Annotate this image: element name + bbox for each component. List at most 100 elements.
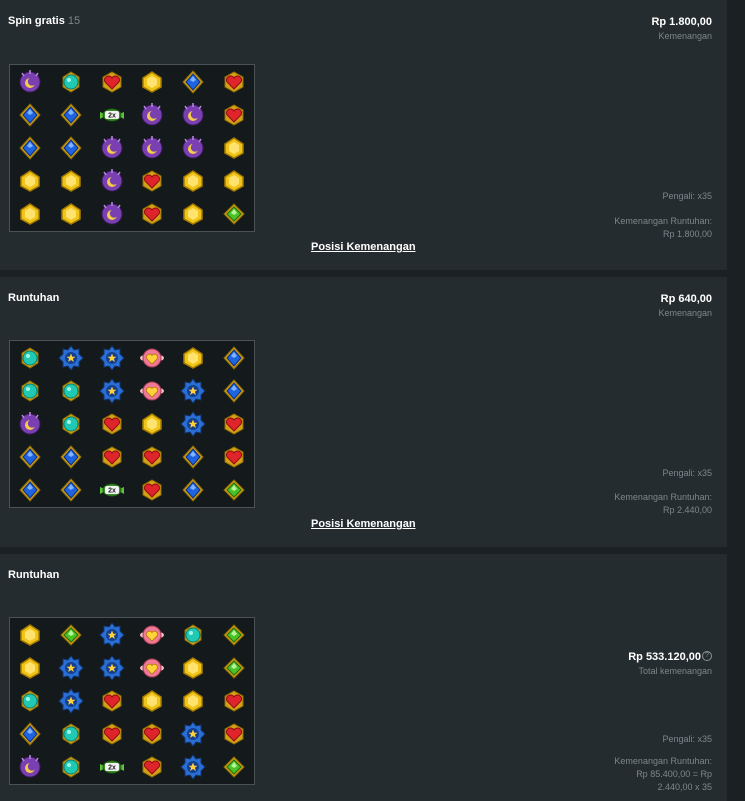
green-emerald-icon	[221, 754, 247, 780]
blue-diamond-icon	[58, 444, 84, 470]
red-heart-icon	[139, 721, 165, 747]
winning-positions-link[interactable]: Posisi Kemenangan	[311, 518, 416, 530]
red-heart-icon	[221, 688, 247, 714]
info-icon[interactable]: ?	[702, 651, 712, 661]
grid-cell	[132, 651, 173, 684]
purple-moon-icon	[17, 754, 43, 780]
grid-cell	[132, 474, 173, 507]
symbol-grid: 2x	[9, 64, 255, 232]
grid-cell	[51, 718, 92, 751]
green-emerald-icon	[221, 655, 247, 681]
grid-cell	[173, 441, 214, 474]
blue-diamond-icon	[221, 378, 247, 404]
grid-cell	[132, 684, 173, 717]
blue-diamond-icon	[221, 345, 247, 371]
grid-cell	[173, 718, 214, 751]
blue-star-icon	[180, 754, 206, 781]
cascade-win-value: Rp 1.800,00	[662, 229, 712, 239]
win-amount: Rp 1.800,00	[651, 16, 712, 28]
cascade-win-value: Rp 2.440,00	[662, 505, 712, 515]
grid-cell	[213, 651, 254, 684]
blue-star-icon	[180, 411, 206, 437]
winning-positions-link[interactable]: Posisi Kemenangan	[311, 241, 416, 253]
red-heart-icon	[139, 168, 165, 194]
grid-cell	[51, 165, 92, 198]
purple-moon-icon	[99, 168, 125, 194]
blue-diamond-icon	[180, 69, 206, 95]
grid-cell	[10, 751, 51, 784]
blue-star-icon	[58, 688, 84, 714]
yellow-gem-icon	[17, 622, 43, 648]
grid-cell	[132, 198, 173, 231]
grid-cell	[10, 618, 51, 651]
grid-cell	[91, 341, 132, 374]
grid-cell	[213, 441, 254, 474]
pink-heart-icon	[139, 378, 165, 404]
grid-cell	[213, 165, 254, 198]
grid-cell	[91, 198, 132, 231]
red-heart-icon	[139, 444, 165, 470]
red-heart-icon	[139, 477, 165, 503]
grid-cell	[213, 684, 254, 717]
grid-cell	[173, 374, 214, 407]
grid-cell: 2x	[91, 751, 132, 784]
blue-diamond-icon	[17, 102, 43, 128]
grid-cell	[10, 474, 51, 507]
win-amount-label: Kemenangan	[658, 308, 712, 318]
grid-cell	[91, 684, 132, 717]
purple-moon-icon	[17, 411, 43, 437]
grid-cell	[132, 751, 173, 784]
grid-cell	[173, 751, 214, 784]
total-win-amount: Rp 533.120,00?	[628, 651, 712, 663]
grid-cell	[132, 131, 173, 164]
red-heart-icon	[99, 688, 125, 714]
grid-cell	[132, 65, 173, 98]
svg-text:2x: 2x	[108, 112, 116, 119]
grid-cell	[91, 718, 132, 751]
blue-star-icon	[58, 344, 84, 371]
round-panel-1: Spin gratis 15 Rp 1.800,00 Kemenangan 2x …	[0, 0, 727, 270]
grid-cell	[132, 618, 173, 651]
blue-diamond-icon	[17, 135, 43, 161]
grid-cell	[213, 718, 254, 751]
grid-cell	[10, 718, 51, 751]
cascade-win: Kemenangan Runtuhan: Rp 2.440,00	[614, 491, 712, 517]
pink-heart-icon	[139, 622, 165, 648]
red-heart-icon	[221, 444, 247, 470]
symbol-grid: 2x	[9, 340, 255, 508]
grid-cell	[91, 131, 132, 164]
pink-heart-icon	[139, 345, 165, 371]
grid-cell	[173, 98, 214, 131]
round-title: Runtuhan	[8, 292, 60, 304]
cascade-win: Kemenangan Runtuhan: Rp 85.400,00 = Rp 2…	[614, 755, 712, 794]
red-heart-icon	[99, 721, 125, 747]
grid-cell	[51, 374, 92, 407]
teal-orb-icon	[58, 754, 84, 780]
yellow-gem-icon	[180, 201, 206, 227]
grid-cell	[173, 474, 214, 507]
blue-diamond-icon	[180, 477, 206, 503]
round-title: Runtuhan	[8, 569, 60, 581]
grid-cell	[10, 341, 51, 374]
grid-cell	[173, 341, 214, 374]
grid-cell	[51, 341, 92, 374]
cascade-win: Kemenangan Runtuhan: Rp 1.800,00	[614, 215, 712, 241]
win-amount: Rp 640,00	[660, 293, 712, 305]
grid-cell	[213, 751, 254, 784]
blue-star-icon	[58, 654, 84, 681]
grid-cell	[132, 341, 173, 374]
grid-cell	[51, 684, 92, 717]
cascade-win-value: 2.440,00 x 35	[657, 782, 712, 792]
wild-2x-icon: 2x	[99, 754, 125, 780]
grid-cell	[213, 65, 254, 98]
blue-star-icon	[98, 621, 125, 648]
teal-orb-icon	[58, 378, 84, 404]
red-heart-icon	[99, 69, 125, 95]
grid-cell	[51, 474, 92, 507]
grid-cell	[10, 441, 51, 474]
red-heart-icon	[139, 201, 165, 227]
grid-cell	[132, 718, 173, 751]
grid-cell	[10, 165, 51, 198]
grid-cell	[173, 131, 214, 164]
grid-cell	[213, 407, 254, 440]
